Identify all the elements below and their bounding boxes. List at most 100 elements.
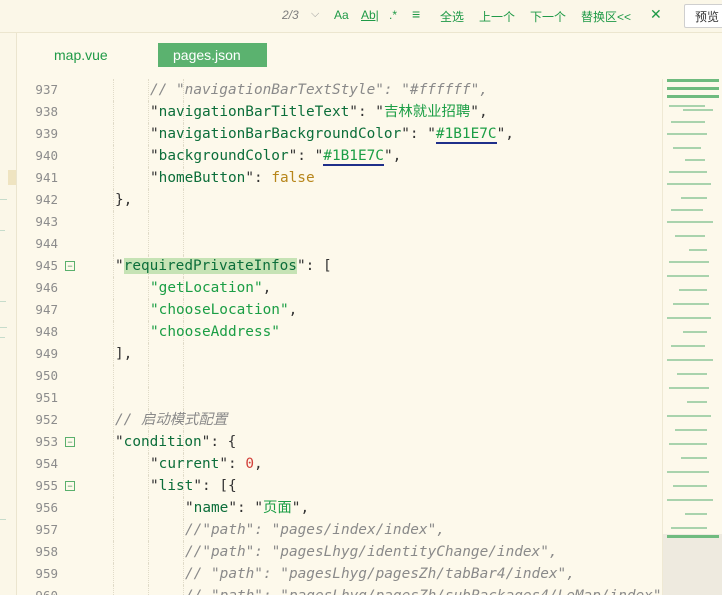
- minimap-line: [667, 499, 713, 501]
- close-icon[interactable]: ✕: [650, 6, 662, 23]
- code-token: // "path": "pagesLhyg/pagesZh/subPackage…: [185, 588, 662, 595]
- indent-guide: [183, 585, 184, 595]
- code-text: "requiredPrivateInfos": [: [115, 255, 332, 277]
- minimap-line: [683, 109, 713, 111]
- code-line[interactable]: 960 // "path": "pagesLhyg/pagesZh/subPack…: [0, 585, 662, 595]
- regex-toggle[interactable]: .*: [389, 8, 397, 22]
- code-line[interactable]: 943: [0, 211, 662, 233]
- tab-bar: map.vue pages.json: [17, 33, 722, 77]
- code-line[interactable]: 949],: [0, 343, 662, 365]
- minimap-highlight: [667, 79, 719, 82]
- tab-pages-json[interactable]: pages.json: [158, 43, 267, 67]
- chevron-down-icon[interactable]: ⌵: [311, 8, 319, 21]
- minimap-line: [667, 471, 709, 473]
- code-line[interactable]: 953− "condition": {: [0, 431, 662, 453]
- indent-guide: [113, 365, 114, 387]
- code-line[interactable]: 951: [0, 387, 662, 409]
- indent-guide: [183, 233, 184, 255]
- code-text: "current": 0,: [150, 453, 263, 475]
- code-line[interactable]: 944: [0, 233, 662, 255]
- code-token: ": [115, 434, 124, 450]
- code-text: ],: [115, 343, 132, 365]
- minimap-viewport[interactable]: [663, 534, 722, 595]
- code-token: ":: [245, 170, 272, 186]
- code-token: ,: [288, 302, 298, 318]
- code-token: homeButton: [158, 170, 246, 186]
- code-line[interactable]: 941 "homeButton": false: [0, 167, 662, 189]
- indent-guide: [183, 343, 184, 365]
- code-token: ": ": [288, 148, 324, 164]
- indent-guide: [113, 519, 114, 541]
- code-line[interactable]: 952 // 启动模式配置: [0, 409, 662, 431]
- tab-map-vue[interactable]: map.vue: [54, 43, 108, 67]
- replace-toggle-button[interactable]: 替换区<<: [581, 8, 631, 25]
- code-token: current: [158, 456, 220, 472]
- indent-guide: [148, 233, 149, 255]
- preview-button[interactable]: 预览: [684, 4, 722, 28]
- line-number: 955: [35, 478, 58, 493]
- minimap-line: [667, 221, 713, 223]
- line-number: 950: [35, 368, 58, 383]
- minimap-line: [677, 373, 707, 375]
- next-match-button[interactable]: 下一个: [530, 8, 566, 25]
- indent-guide: [148, 123, 149, 145]
- code-line[interactable]: 954 "current": 0,: [0, 453, 662, 475]
- indent-guide: [113, 145, 114, 167]
- code-token: backgroundColor: [158, 148, 289, 164]
- match-case-toggle[interactable]: Aa: [334, 8, 349, 22]
- code-line[interactable]: 957 //"path": "pages/index/index",: [0, 519, 662, 541]
- code-line[interactable]: 942},: [0, 189, 662, 211]
- code-text: "name": "页面",: [185, 497, 309, 519]
- code-token: false: [271, 170, 315, 186]
- code-text: //"path": "pages/index/index",: [185, 519, 445, 541]
- code-token: ": ": [228, 500, 263, 516]
- code-token: 吉林就业招聘: [383, 104, 471, 120]
- line-number: 952: [35, 412, 58, 427]
- code-line[interactable]: 945− "requiredPrivateInfos": [: [0, 255, 662, 277]
- indent-guide: [183, 211, 184, 233]
- line-number: 957: [35, 522, 58, 537]
- minimap-line: [681, 197, 707, 199]
- lines-icon[interactable]: ≡: [412, 6, 420, 22]
- code-line[interactable]: 950: [0, 365, 662, 387]
- prev-match-button[interactable]: 上一个: [479, 8, 515, 25]
- minimap-line: [673, 147, 701, 149]
- indent-guide: [113, 453, 114, 475]
- minimap[interactable]: [662, 79, 722, 595]
- code-line[interactable]: 938 "navigationBarTitleText": "吉林就业招聘",: [0, 101, 662, 123]
- code-token: ": [{: [193, 478, 237, 494]
- whole-word-toggle[interactable]: Ab|: [361, 8, 379, 22]
- code-line[interactable]: 937 // "navigationBarTextStyle": "#ffffff…: [0, 79, 662, 101]
- code-token: ":: [219, 456, 246, 472]
- code-token: ": {: [201, 434, 237, 450]
- code-token: ": [185, 500, 194, 516]
- indent-guide: [148, 211, 149, 233]
- code-line[interactable]: 955− "list": [{: [0, 475, 662, 497]
- code-token: // "path": "pagesLhyg/pagesZh/tabBar4/in…: [185, 566, 575, 582]
- code-line[interactable]: 940 "backgroundColor": "#1B1E7C",: [0, 145, 662, 167]
- code-line[interactable]: 948 "chooseAddress": [0, 321, 662, 343]
- code-token: // "navigationBarTextStyle": "#ffffff",: [150, 82, 488, 98]
- code-line[interactable]: 959 // "path": "pagesLhyg/pagesZh/tabBar4…: [0, 563, 662, 585]
- select-all-button[interactable]: 全选: [440, 8, 464, 25]
- indent-guide: [113, 101, 114, 123]
- code-token: navigationBarBackgroundColor: [158, 126, 402, 142]
- code-token: ",: [383, 148, 402, 164]
- code-line[interactable]: 939 "navigationBarBackgroundColor": "#1B1…: [0, 123, 662, 145]
- code-editor[interactable]: 937 // "navigationBarTextStyle": "#ffffff…: [0, 79, 662, 595]
- code-line[interactable]: 958 //"path": "pagesLhyg/identityChange/i…: [0, 541, 662, 563]
- indent-guide: [148, 343, 149, 365]
- code-text: "chooseLocation",: [150, 299, 297, 321]
- fold-toggle-icon[interactable]: −: [65, 437, 75, 447]
- indent-guide: [148, 277, 149, 299]
- code-line[interactable]: 956 "name": "页面",: [0, 497, 662, 519]
- fold-toggle-icon[interactable]: −: [65, 261, 75, 271]
- code-token: condition: [123, 434, 202, 450]
- indent-guide: [113, 387, 114, 409]
- fold-toggle-icon[interactable]: −: [65, 481, 75, 491]
- code-line[interactable]: 946 "getLocation",: [0, 277, 662, 299]
- code-token: //"path": "pages/index/index",: [185, 522, 445, 538]
- code-line[interactable]: 947 "chooseLocation",: [0, 299, 662, 321]
- code-token: navigationBarTitleText: [158, 104, 350, 120]
- minimap-line: [671, 345, 705, 347]
